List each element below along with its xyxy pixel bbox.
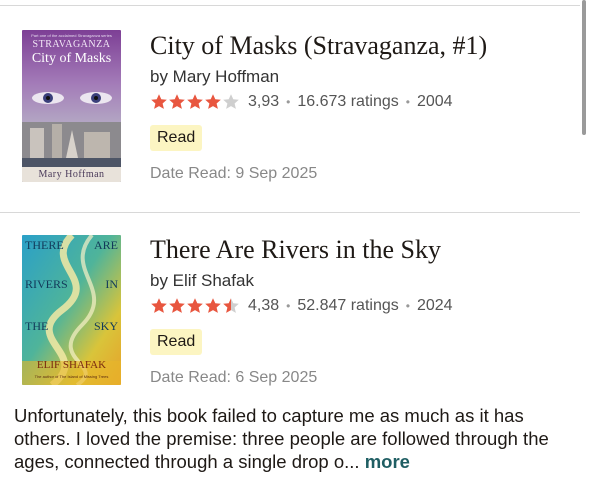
shelf-status-button[interactable]: Read: [150, 125, 203, 151]
star-icon: [223, 94, 239, 109]
cover-title: City of Masks: [31, 51, 112, 66]
review-excerpt: Unfortunately, this book failed to captu…: [14, 404, 579, 473]
cover-word: SKY: [93, 319, 118, 333]
book-cover[interactable]: THERE ARE RIVERS IN THE SKY ELIF SHAFAK …: [22, 235, 121, 385]
star-icon: [151, 298, 167, 313]
separator-dot: •: [405, 299, 410, 313]
cover-author: ELIF SHAFAK: [36, 359, 107, 371]
star-rating: [150, 297, 240, 315]
average-rating: 3,93: [248, 93, 280, 110]
star-rating: [150, 93, 240, 111]
cover-word: THE: [25, 319, 49, 333]
cover-word: RIVERS: [25, 277, 68, 291]
cover-word: THERE: [25, 238, 64, 252]
ratings-count: 52.847 ratings: [297, 297, 399, 314]
star-icon: [151, 94, 167, 109]
cover-author: Mary Hoffman: [38, 169, 105, 180]
book-title[interactable]: There Are Rivers in the Sky: [150, 235, 580, 265]
star-icon: [205, 94, 221, 109]
rating-row: 3,93 • 16.673 ratings • 2004: [150, 93, 580, 111]
cover-top-line: Part one of the acclaimed Stravaganza se…: [31, 33, 112, 38]
cover-tagline: The author of The Island of Missing Tree…: [34, 374, 109, 379]
rating-row: 4,38 • 52.847 ratings • 2024: [150, 297, 580, 315]
star-icon: [187, 298, 203, 313]
separator-dot: •: [286, 299, 291, 313]
review-text: Unfortunately, this book failed to captu…: [14, 405, 549, 472]
separator-dot: •: [286, 95, 291, 109]
cover-word: ARE: [94, 238, 118, 252]
star-icon: [169, 298, 185, 313]
date-read: Date Read: 6 Sep 2025: [150, 369, 318, 386]
separator-dot: •: [405, 95, 410, 109]
cover-series: Stravaganza: [32, 39, 111, 50]
scrollbar[interactable]: [582, 0, 586, 135]
publication-year: 2024: [416, 297, 453, 314]
book-author[interactable]: by Elif Shafak: [150, 271, 580, 291]
ratings-count: 16.673 ratings: [297, 93, 399, 110]
date-read: Date Read: 9 Sep 2025: [150, 165, 318, 182]
book-author[interactable]: by Mary Hoffman: [150, 67, 580, 87]
book-cover[interactable]: Part one of the acclaimed Stravaganza se…: [22, 30, 121, 182]
more-link[interactable]: more: [365, 451, 410, 472]
book-title[interactable]: City of Masks (Stravaganza, #1): [150, 31, 580, 61]
star-icon: [187, 94, 203, 109]
star-icon: [169, 94, 185, 109]
star-icon: [223, 298, 239, 313]
cover-word: IN: [105, 277, 118, 291]
average-rating: 4,38: [248, 297, 280, 314]
shelf-status-button[interactable]: Read: [150, 329, 203, 355]
star-icon: [205, 298, 221, 313]
publication-year: 2004: [416, 93, 453, 110]
book-entry: Part one of the acclaimed Stravaganza se…: [0, 0, 580, 212]
book-entry: THERE ARE RIVERS IN THE SKY ELIF SHAFAK …: [0, 213, 580, 403]
